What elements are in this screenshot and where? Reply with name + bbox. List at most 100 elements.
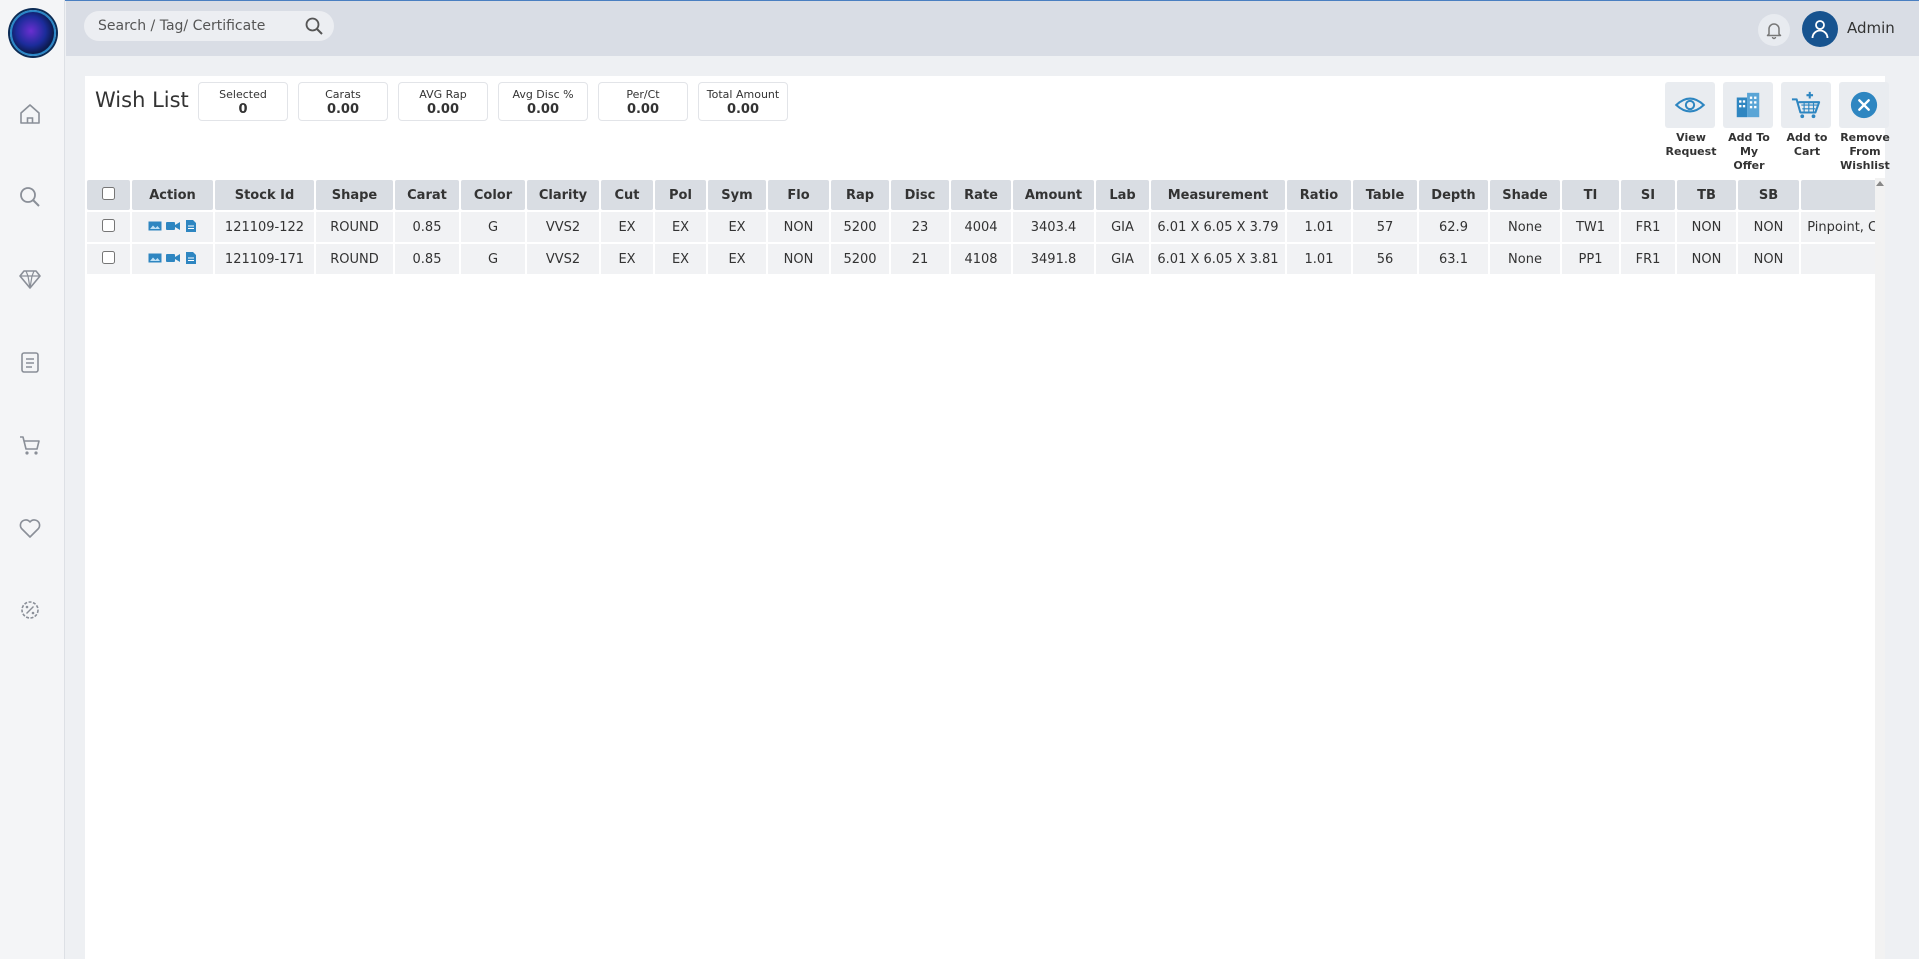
cell-table: 56 (1353, 244, 1417, 274)
column-header[interactable]: Carat (395, 180, 459, 210)
image-icon[interactable] (148, 220, 162, 230)
cell-cut: EX (601, 244, 653, 274)
cell-disc: 23 (891, 212, 949, 242)
select-all-checkbox[interactable] (102, 186, 115, 200)
cell-stock-id: 121109-171 (215, 244, 314, 274)
cell-pol: EX (655, 244, 706, 274)
table-row[interactable]: 121109-122 ROUND 0.85 G VVS2 EX EX EX NO… (87, 212, 1885, 242)
cart-icon[interactable] (17, 432, 43, 458)
home-icon[interactable] (17, 101, 43, 127)
table-header-row: Action Stock Id Shape Carat Color Clarit… (87, 180, 1885, 210)
cell-stock-id: 121109-122 (215, 212, 314, 242)
action-cell (132, 244, 213, 274)
video-icon[interactable] (165, 220, 180, 230)
row-checkbox[interactable] (102, 218, 115, 232)
cell-si: FR1 (1621, 244, 1675, 274)
vertical-scrollbar[interactable] (1875, 178, 1885, 959)
column-header[interactable]: Table (1353, 180, 1417, 210)
cell-pol: EX (655, 212, 706, 242)
cell-depth: 63.1 (1419, 244, 1488, 274)
certificate-icon[interactable] (184, 251, 198, 264)
column-header[interactable]: Shape (316, 180, 393, 210)
stat-value: 0.00 (526, 102, 560, 117)
certificate-icon[interactable] (184, 219, 198, 232)
remove-from-wishlist-button[interactable]: Remove From Wishlist (1839, 82, 1891, 173)
stat-label: Selected (219, 88, 267, 101)
column-header[interactable]: Ratio (1287, 180, 1351, 210)
user-avatar-icon[interactable] (1802, 11, 1838, 47)
row-checkbox[interactable] (102, 250, 115, 264)
view-request-button[interactable]: View Request (1665, 82, 1717, 159)
image-icon[interactable] (148, 252, 162, 262)
column-header[interactable]: Rate (951, 180, 1011, 210)
clipboard-icon[interactable] (17, 349, 43, 375)
column-header[interactable]: Lab (1096, 180, 1149, 210)
column-header[interactable]: SI (1621, 180, 1675, 210)
cell-depth: 62.9 (1419, 212, 1488, 242)
cell-flo: NON (768, 212, 829, 242)
video-icon[interactable] (165, 252, 180, 262)
notification-bell-icon[interactable] (1758, 14, 1790, 46)
column-header[interactable] (1801, 180, 1885, 210)
cell-rate: 4004 (951, 212, 1011, 242)
scroll-up-arrow-icon[interactable] (1876, 181, 1884, 186)
stat-avg-rap: AVG Rap 0.00 (398, 82, 488, 121)
cart-plus-icon (1781, 82, 1831, 128)
stat-label: AVG Rap (419, 88, 467, 101)
heart-icon[interactable] (17, 515, 43, 541)
cell-sym: EX (708, 244, 766, 274)
app-logo[interactable] (10, 10, 56, 56)
wishlist-table-container[interactable]: Action Stock Id Shape Carat Color Clarit… (85, 178, 1885, 959)
column-header[interactable]: TB (1677, 180, 1736, 210)
column-header[interactable]: Disc (891, 180, 949, 210)
stat-label: Carats (325, 88, 361, 101)
percent-icon[interactable] (17, 597, 43, 623)
cell-color: G (461, 244, 525, 274)
column-header[interactable]: Sym (708, 180, 766, 210)
add-to-cart-button[interactable]: Add to Cart (1781, 82, 1833, 159)
row-select-cell (87, 212, 130, 242)
add-to-offer-button[interactable]: Add To My Offer (1723, 82, 1775, 173)
column-header[interactable]: Rap (831, 180, 889, 210)
cell-comment (1801, 244, 1885, 274)
stat-label: Avg Disc % (512, 88, 574, 101)
view-request-label: View Request (1665, 131, 1717, 158)
cell-table: 57 (1353, 212, 1417, 242)
cell-tb: NON (1677, 244, 1736, 274)
search-input[interactable] (98, 11, 298, 41)
column-header[interactable]: Flo (768, 180, 829, 210)
cell-carat: 0.85 (395, 212, 459, 242)
stat-value: 0.00 (726, 102, 760, 117)
search-box (84, 11, 334, 41)
user-name[interactable]: Admin (1847, 19, 1895, 37)
stat-label: Total Amount (706, 88, 780, 101)
cell-disc: 21 (891, 244, 949, 274)
column-header[interactable]: Color (461, 180, 525, 210)
column-header[interactable]: Cut (601, 180, 653, 210)
diamond-icon[interactable] (17, 266, 43, 292)
cell-rap: 5200 (831, 212, 889, 242)
cell-rap: 5200 (831, 244, 889, 274)
stat-selected: Selected 0 (198, 82, 288, 121)
column-header[interactable]: Shade (1490, 180, 1560, 210)
column-header[interactable]: Clarity (527, 180, 599, 210)
table-row[interactable]: 121109-171 ROUND 0.85 G VVS2 EX EX EX NO… (87, 244, 1885, 274)
column-header[interactable]: Stock Id (215, 180, 314, 210)
search-icon[interactable] (17, 184, 43, 210)
column-header[interactable]: SB (1738, 180, 1799, 210)
cell-shade: None (1490, 212, 1560, 242)
cell-sym: EX (708, 212, 766, 242)
column-header[interactable]: Action (132, 180, 213, 210)
column-header[interactable]: TI (1562, 180, 1619, 210)
select-all-cell (87, 180, 130, 210)
cell-ratio: 1.01 (1287, 244, 1351, 274)
column-header[interactable]: Depth (1419, 180, 1488, 210)
stat-label: Per/Ct (626, 88, 660, 101)
column-header[interactable]: Amount (1013, 180, 1094, 210)
cell-comment: Pinpoint, Cl (1801, 212, 1885, 242)
search-icon[interactable] (304, 16, 324, 36)
cell-ti: PP1 (1562, 244, 1619, 274)
column-header[interactable]: Pol (655, 180, 706, 210)
column-header[interactable]: Measurement (1151, 180, 1285, 210)
cell-rate: 4108 (951, 244, 1011, 274)
